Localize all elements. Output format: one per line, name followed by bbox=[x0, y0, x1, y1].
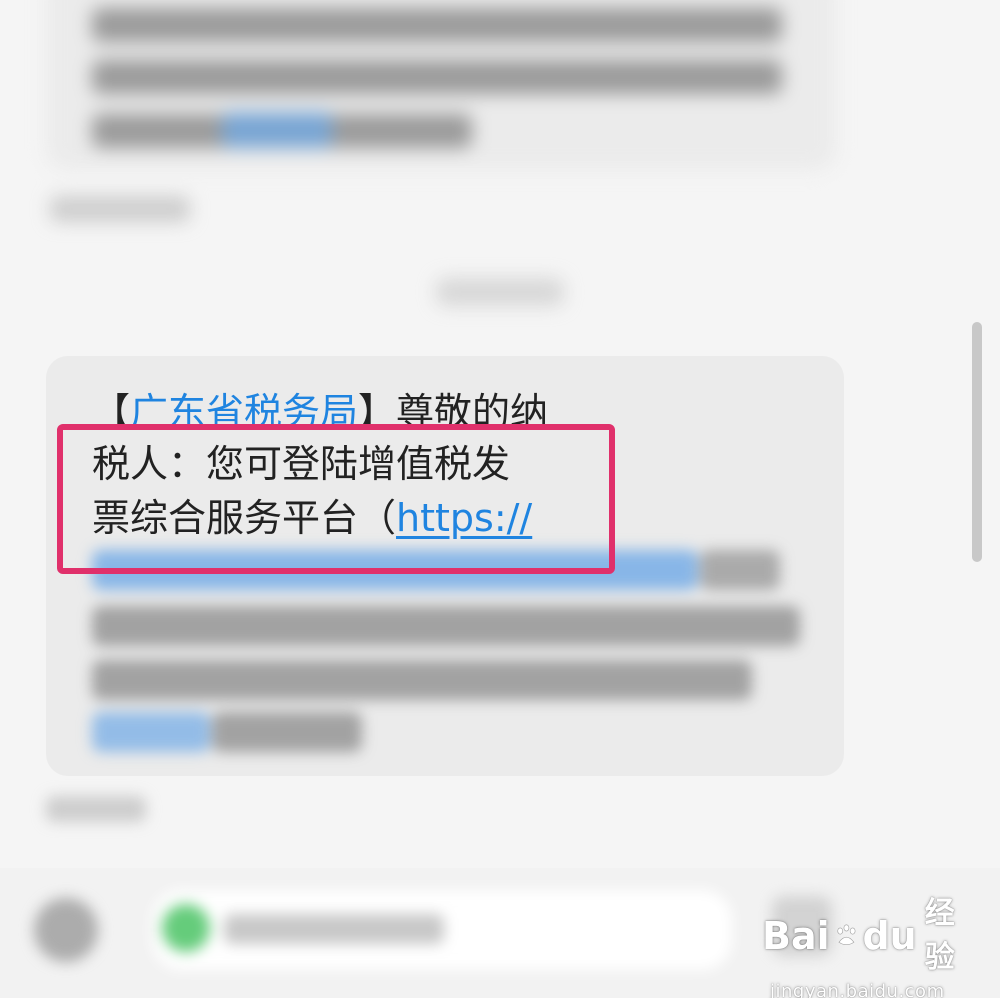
baidu-paw-icon bbox=[837, 924, 856, 946]
message-timestamp bbox=[46, 796, 146, 822]
watermark-brand-right: du bbox=[862, 914, 917, 958]
sim-card-icon[interactable] bbox=[162, 904, 210, 952]
sms-conversation-screen: 【广东省税务局】尊敬的纳 税人：您可登陆增值税发 票综合服务平台（https:/… bbox=[0, 0, 1000, 998]
blurred-link[interactable] bbox=[92, 712, 210, 752]
blurred-text-line bbox=[700, 550, 780, 590]
input-placeholder bbox=[224, 914, 444, 944]
watermark-domain: jingyan.baidu.com bbox=[770, 981, 945, 998]
watermark-brand-left: Bai bbox=[762, 914, 830, 958]
date-separator bbox=[436, 278, 564, 306]
message-timestamp bbox=[50, 196, 190, 222]
blurred-text-line bbox=[92, 60, 782, 94]
blurred-text-line bbox=[92, 660, 752, 700]
blurred-link[interactable] bbox=[222, 112, 332, 148]
blurred-text-line bbox=[92, 8, 782, 42]
blurred-text-line bbox=[92, 606, 800, 646]
plus-circle-icon[interactable] bbox=[34, 898, 98, 962]
watermark-brand-cn: 经验 bbox=[924, 896, 955, 975]
blurred-text-line bbox=[212, 712, 362, 752]
scrollbar[interactable] bbox=[972, 322, 982, 562]
baidu-jingyan-watermark: Bai du 经验 jingyan.baidu.com bbox=[762, 892, 962, 998]
highlight-box bbox=[57, 424, 615, 574]
